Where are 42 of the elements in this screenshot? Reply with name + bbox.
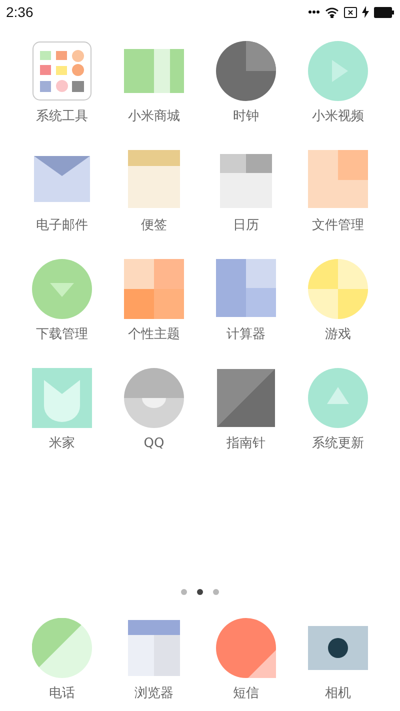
- page-dot[interactable]: [181, 589, 187, 595]
- more-icon: [308, 10, 320, 14]
- page-dot[interactable]: [213, 589, 219, 595]
- app-label: 电子邮件: [36, 217, 88, 235]
- app-label: 小米商城: [128, 108, 180, 126]
- app-label: 时钟: [233, 108, 259, 126]
- no-sim-icon: [344, 6, 357, 18]
- charging-icon: [362, 6, 369, 18]
- diagonal-square-icon[interactable]: [216, 368, 276, 428]
- upload-icon[interactable]: [308, 368, 368, 428]
- half-circle-icon[interactable]: [32, 618, 92, 678]
- play-icon[interactable]: [308, 41, 368, 101]
- calculator-icon[interactable]: [216, 259, 276, 319]
- status-time: 2:36: [6, 4, 34, 20]
- cat-head-icon[interactable]: [32, 368, 92, 428]
- app-label: QQ: [144, 435, 164, 453]
- app-label: 日历: [233, 217, 259, 235]
- battery-icon: [374, 6, 394, 18]
- app-label: 电话: [49, 685, 75, 703]
- clock-icon[interactable]: [216, 41, 276, 101]
- app-label: 下载管理: [36, 326, 88, 344]
- download-icon[interactable]: [32, 259, 92, 319]
- app-label: 游戏: [325, 326, 351, 344]
- folder-icon[interactable]: [32, 41, 92, 101]
- app-label: 文件管理: [312, 217, 364, 235]
- quartered-circle-icon[interactable]: [308, 259, 368, 319]
- app-label: 浏览器: [134, 685, 174, 703]
- app-label: 小米视频: [312, 108, 364, 126]
- app-label: 相机: [325, 685, 351, 703]
- app-label: 短信: [233, 685, 259, 703]
- app-label: 系统更新: [312, 435, 364, 453]
- page-dot[interactable]: [197, 589, 203, 595]
- app-label: 计算器: [226, 326, 266, 344]
- app-label: 系统工具: [36, 108, 88, 126]
- app-label: 便签: [141, 217, 167, 235]
- bowl-icon[interactable]: [124, 368, 184, 428]
- app-label: 米家: [49, 435, 75, 453]
- speech-bubble-icon[interactable]: [216, 618, 276, 678]
- tiles-icon[interactable]: [124, 259, 184, 319]
- app-label: 个性主题: [128, 326, 180, 344]
- app-label: 指南针: [226, 435, 266, 453]
- wifi-icon: [325, 6, 339, 18]
